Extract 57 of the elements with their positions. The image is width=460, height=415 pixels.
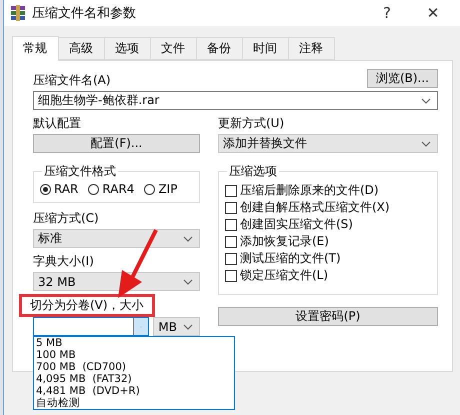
chevron-down-icon [183,236,193,242]
radio-label: RAR4 [102,182,134,196]
checkbox[interactable] [225,202,237,214]
radio-label: ZIP [158,182,178,196]
tab[interactable]: 时间 [242,37,289,60]
password-button[interactable]: 设置密码(P) [218,307,438,326]
browse-button[interactable]: 浏览(B)... [366,69,438,88]
field-label: 默认配置 [33,116,82,131]
checkbox-label: 锁定压缩文件(L) [240,267,328,284]
field-label: 压缩文件名(A) [33,73,111,88]
tab[interactable]: 高级 [58,37,105,60]
checkbox-label: 创建固实压缩文件(S) [240,216,353,233]
checkbox-label: 创建自解压格式压缩文件(X) [240,199,390,216]
radio-button[interactable] [40,184,51,194]
method-dropdown[interactable]: 标准 [33,229,200,248]
group-label: 压缩文件格式 [42,164,118,179]
dictionary-dropdown[interactable]: 32 MB [33,272,200,291]
split-size-field[interactable] [33,317,150,336]
books-icon [10,5,26,21]
tab[interactable]: 备份 [196,37,243,60]
checkbox-label: 添加恢复记录(E) [240,233,329,250]
chevron-down-icon [183,278,193,284]
checkbox[interactable] [225,236,237,248]
split-label: 切分为分卷(V)，大小 [19,294,155,317]
checkbox[interactable] [225,184,237,196]
tab[interactable]: 文件 [150,37,197,60]
radio-button[interactable] [144,184,156,194]
list-option[interactable]: 4,481 MB (DVD+R) [34,385,234,397]
checkbox[interactable] [225,252,237,264]
chevron-down-icon [421,98,431,104]
checkbox[interactable] [225,218,237,230]
window-title: 压缩文件名和参数 [32,5,137,22]
field-label: 压缩方式(C) [33,211,100,226]
help-button[interactable]: ? [367,4,407,22]
field-label: 字典大小(I) [33,254,95,269]
checkbox-label: 测试压缩的文件(T) [240,250,341,267]
field-label: 更新方式(U) [218,116,286,131]
chevron-down-icon [183,324,193,330]
unit-dropdown[interactable]: MB [153,317,200,336]
radio-button[interactable] [88,184,100,194]
tab[interactable]: 常规 [12,36,59,61]
archive-name-field[interactable]: 细胞生物学-鲍依群.rar [33,91,438,110]
tab[interactable]: 注释 [288,37,335,60]
close-button[interactable]: ✕ [413,4,453,22]
list-option[interactable]: 5 MB [34,337,234,349]
checkbox[interactable] [225,270,237,282]
radio-label: RAR [54,182,78,196]
list-option[interactable]: 100 MB [34,349,234,361]
list-option[interactable]: 自动检测 [34,397,234,409]
update-mode-dropdown[interactable]: 添加并替换文件 [218,134,438,153]
list-option[interactable]: 4,095 MB (FAT32) [34,373,234,385]
tab[interactable]: 选项 [104,37,151,60]
group-label: 压缩选项 [227,164,279,179]
checkbox-label: 压缩后删除原来的文件(D) [240,182,379,199]
profile-button[interactable]: 配置(F)... [33,134,200,153]
list-option[interactable]: 700 MB (CD700) [34,361,234,373]
chevron-down-icon [421,140,431,146]
